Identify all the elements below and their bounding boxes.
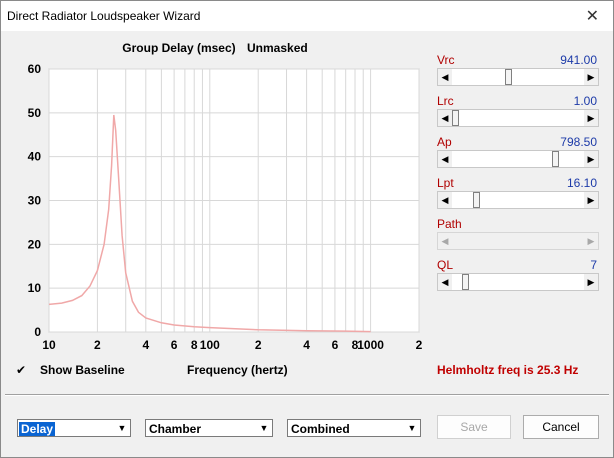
y-tick-label: 0 xyxy=(34,325,41,339)
arrow-right-icon[interactable]: ▶ xyxy=(584,69,598,85)
slider-label-vrc: Vrc xyxy=(437,53,455,67)
x-tick-label: 1000 xyxy=(357,338,384,352)
y-tick-label: 50 xyxy=(28,106,42,120)
view-select[interactable]: Delay ▼ xyxy=(17,419,131,437)
slider-remainder xyxy=(469,274,584,290)
slider-fill xyxy=(452,151,552,167)
x-tick-label: 2 xyxy=(255,338,262,352)
chevron-down-icon[interactable]: ▼ xyxy=(405,421,419,435)
helmholtz-readout: Helmholtz freq is 25.3 Hz xyxy=(437,363,579,377)
slider-remainder xyxy=(511,69,584,85)
slider-vrc[interactable]: ◀ ▶ xyxy=(437,68,599,86)
arrow-left-icon[interactable]: ◀ xyxy=(438,192,452,208)
slider-fill xyxy=(452,69,505,85)
x-tick-label: 6 xyxy=(171,338,178,352)
slider-lpt[interactable]: ◀ ▶ xyxy=(437,191,599,209)
x-tick-label: 2 xyxy=(94,338,101,352)
arrow-right-icon[interactable]: ▶ xyxy=(584,110,598,126)
arrow-left-icon[interactable]: ◀ xyxy=(438,151,452,167)
slider-thumb[interactable] xyxy=(452,110,459,126)
slider-remainder xyxy=(480,192,584,208)
slider-label-lrc: Lrc xyxy=(437,94,454,108)
x-tick-label: 6 xyxy=(332,338,339,352)
y-tick-label: 10 xyxy=(28,281,42,295)
y-tick-label: 40 xyxy=(28,150,42,164)
combination-select[interactable]: Combined ▼ xyxy=(287,419,421,437)
show-baseline-checkbox[interactable]: ✔ xyxy=(16,363,30,377)
slider-value-lrc: 1.00 xyxy=(573,94,597,108)
chart-mode: Unmasked xyxy=(247,41,308,55)
show-baseline-label[interactable]: Show Baseline xyxy=(40,363,125,377)
save-button[interactable]: Save xyxy=(437,415,511,439)
y-tick-label: 30 xyxy=(28,194,42,208)
x-tick-label: 4 xyxy=(303,338,310,352)
slider-label-lpt: Lpt xyxy=(437,176,454,190)
chart-header: Group Delay (msec) Unmasked xyxy=(1,41,429,55)
slider-thumb[interactable] xyxy=(504,69,512,85)
slider-label-ql: QL xyxy=(437,258,454,272)
slider-value-vrc: 941.00 xyxy=(560,53,597,67)
view-select-value: Delay xyxy=(19,422,56,436)
chevron-down-icon[interactable]: ▼ xyxy=(115,421,129,435)
slider-lrc[interactable]: ◀ ▶ xyxy=(437,109,599,127)
arrow-right-icon[interactable]: ▶ xyxy=(584,192,598,208)
wizard-window: Direct Radiator Loudspeaker Wizard ✕ Gro… xyxy=(0,0,614,458)
arrow-right-icon: ▶ xyxy=(587,236,595,246)
slider-path: ◀ ▶ xyxy=(437,232,599,250)
combination-select-value: Combined xyxy=(291,422,350,436)
group-delay-chart: 010203040506010 2 4 6 8 100 2 4 6 81000 2 xyxy=(28,62,423,352)
arrow-left-icon[interactable]: ◀ xyxy=(438,274,452,290)
slider-remainder xyxy=(459,110,584,126)
arrow-right-icon[interactable]: ▶ xyxy=(584,274,598,290)
slider-label-ap: Ap xyxy=(437,135,452,149)
slider-value-lpt: 16.10 xyxy=(566,176,597,190)
section-select[interactable]: Chamber ▼ xyxy=(145,419,273,437)
slider-thumb[interactable] xyxy=(552,151,559,167)
x-tick-label: 2 xyxy=(416,338,423,352)
slider-value-ap: 798.50 xyxy=(560,135,597,149)
slider-label-path: Path xyxy=(437,217,462,231)
slider-thumb[interactable] xyxy=(473,192,481,208)
y-tick-label: 60 xyxy=(28,62,42,76)
arrow-left-icon[interactable]: ◀ xyxy=(438,69,452,85)
chevron-down-icon[interactable]: ▼ xyxy=(257,421,271,435)
slider-fill xyxy=(452,274,462,290)
slider-ql[interactable]: ◀ ▶ xyxy=(437,273,599,291)
title-bar: Direct Radiator Loudspeaker Wizard ✕ xyxy=(1,1,613,31)
arrow-left-icon: ◀ xyxy=(441,236,449,246)
chart-title: Group Delay (msec) xyxy=(122,41,236,55)
x-tick-label: 100 xyxy=(200,338,220,352)
y-tick-label: 20 xyxy=(28,237,42,251)
slider-remainder xyxy=(559,151,584,167)
x-tick-label: 10 xyxy=(42,338,56,352)
window-title: Direct Radiator Loudspeaker Wizard xyxy=(7,9,201,23)
slider-value-ql: 7 xyxy=(590,258,597,272)
frequency-axis-label: Frequency (hertz) xyxy=(187,363,288,377)
x-tick-label: 4 xyxy=(142,338,149,352)
cancel-button[interactable]: Cancel xyxy=(523,415,599,439)
arrow-left-icon[interactable]: ◀ xyxy=(438,110,452,126)
slider-fill xyxy=(452,192,474,208)
arrow-right-icon[interactable]: ▶ xyxy=(584,151,598,167)
slider-thumb[interactable] xyxy=(462,274,469,290)
section-select-value: Chamber xyxy=(149,422,202,436)
separator xyxy=(5,394,609,396)
x-tick-label: 8 xyxy=(191,338,198,352)
slider-ap[interactable]: ◀ ▶ xyxy=(437,150,599,168)
close-icon[interactable]: ✕ xyxy=(586,6,599,26)
